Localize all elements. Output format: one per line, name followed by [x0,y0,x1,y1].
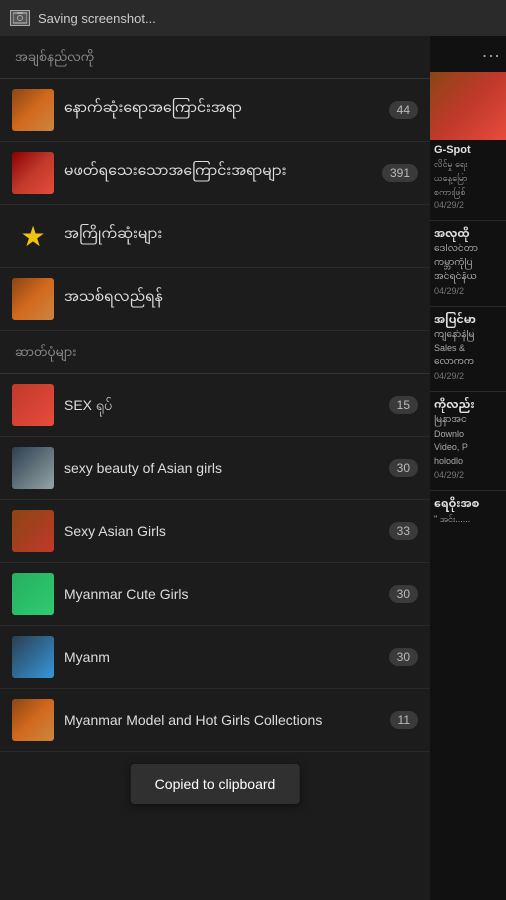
right-thumb-image [430,72,506,140]
right-panel-header: ⋮ [430,36,506,72]
item-count: 33 [389,522,418,540]
right-user-name: အပြင်မာ [430,311,506,330]
top-bar: Saving screenshot... [0,0,506,36]
item-label: နောက်ဆုံးရောအကြောင်းအရာ [54,101,389,119]
avatar [12,636,54,678]
right-text-line: လိင်မှု ရေး [430,159,506,173]
right-text-line: ယနေ့မြော [430,173,506,187]
right-entry[interactable]: G-Spot လိင်မှု ရေး ယနေ့မြော စကားဖြစ် 04/… [430,140,506,220]
item-label: မဖတ်ရသေးသောအကြောင်းအရာများ [54,164,382,182]
list-item[interactable]: အသစ်ရလည်ရန် [0,268,430,331]
right-divider [430,220,506,221]
right-text-line: စကားဖြစ် [430,187,506,201]
item-label: SEX ရုပ် [54,396,389,414]
right-text-line: " အင်း...... [430,514,506,528]
list-item[interactable]: sexy beauty of Asian girls 30 [0,437,430,500]
section1-header: အချစ်နည်လကို [0,36,430,79]
right-user-name: ရေဝိုးအစ [430,495,506,514]
right-text-line: အင်ရင်နိယ [430,272,506,286]
right-text-line: ကမ္ဘာကိုပြ [430,258,506,272]
item-count: 30 [389,585,418,603]
right-text-line: Downlo [430,429,506,443]
item-label: Sexy Asian Girls [54,522,389,540]
avatar [12,447,54,489]
avatar [12,278,54,320]
right-date: 04/29/2 [430,200,506,216]
item-label: Myanmar Model and Hot Girls Collections [54,711,390,729]
item-count: 44 [389,101,418,119]
avatar [12,510,54,552]
right-date: 04/29/2 [430,286,506,302]
item-count: 15 [389,396,418,414]
avatar [12,699,54,741]
right-entry[interactable]: ကိုလည်း မြနာအင Downlo Video, P holodlo 0… [430,396,506,490]
right-date: 04/29/2 [430,470,506,486]
list-item[interactable]: မဖတ်ရသေးသောအကြောင်းအရာများ 391 [0,142,430,205]
right-text-line: holodlo [430,456,506,470]
right-text-line: ကျနော်နဲမြ [430,330,506,344]
right-panel: ⋮ G-Spot လိင်မှု ရေး ယနေ့မြော စကားဖြစ် 0… [430,36,506,900]
star-icon: ★ [12,215,54,257]
right-divider [430,306,506,307]
right-user-name: ကိုလည်း [430,396,506,415]
right-divider [430,490,506,491]
right-entry[interactable]: အလုထို ဒေါ်လင်တာ ကမ္ဘာကိုပြ အင်ရင်နိယ 04… [430,225,506,305]
list-item[interactable]: နောက်ဆုံးရောအကြောင်းအရာ 44 [0,79,430,142]
item-count: 30 [389,459,418,477]
item-count: 11 [390,711,418,729]
right-text-line: ဒေါ်လင်တာ [430,244,506,258]
avatar [12,152,54,194]
item-label: အသစ်ရလည်ရန် [54,290,418,308]
right-entry[interactable]: အပြင်မာ ကျနော်နဲမြ Sales & လောကက 04/29/2 [430,311,506,391]
screenshot-icon [10,10,30,26]
right-user-name: အလုထို [430,225,506,244]
list-item[interactable]: ★ အကြိုက်ဆုံးများ [0,205,430,268]
menu-dots-icon[interactable]: ⋮ [480,47,502,61]
right-text-line: လောကက [430,357,506,371]
top-bar-title: Saving screenshot... [38,11,156,26]
item-label: Myanmar Cute Girls [54,585,389,603]
item-label: Myanm [54,648,389,666]
main-layout: အချစ်နည်လကို နောက်ဆုံးရောအကြောင်းအရာ 44 … [0,36,506,900]
right-entry[interactable]: ရေဝိုးအစ " အင်း...... [430,495,506,532]
item-count: 391 [382,164,418,182]
avatar [12,89,54,131]
list-item[interactable]: Myanm 30 [0,626,430,689]
list-item[interactable]: Myanmar Cute Girls 30 [0,563,430,626]
right-text-line: Video, P [430,442,506,456]
left-panel: အချစ်နည်လကို နောက်ဆုံးရောအကြောင်းအရာ 44 … [0,36,430,900]
list-item[interactable]: SEX ရုပ် 15 [0,374,430,437]
right-user-name: G-Spot [430,140,506,159]
section2-header: ဆာတ်ပုံများ [0,331,430,374]
item-count: 30 [389,648,418,666]
item-label: အကြိုက်ဆုံးများ [54,227,418,245]
list-item[interactable]: Sexy Asian Girls 33 [0,500,430,563]
avatar [12,384,54,426]
right-date: 04/29/2 [430,371,506,387]
list-item[interactable]: Myanmar Model and Hot Girls Collections … [0,689,430,752]
toast-notification: Copied to clipboard [131,764,300,804]
avatar [12,573,54,615]
right-divider [430,391,506,392]
item-label: sexy beauty of Asian girls [54,459,389,477]
right-text-line: Sales & [430,343,506,357]
